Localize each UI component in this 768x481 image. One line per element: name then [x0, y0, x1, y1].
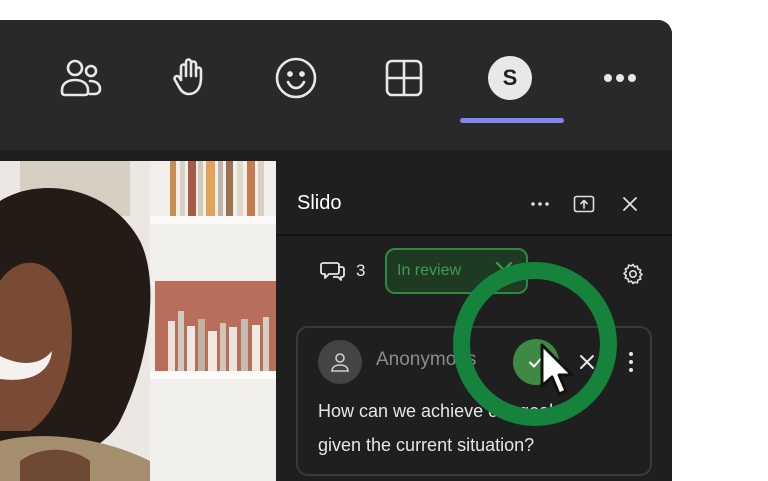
more-horizontal-icon	[604, 74, 636, 82]
slido-side-panel: Slido 3 In review Anonymous How can we a…	[276, 150, 672, 481]
share-to-stage-button[interactable]	[571, 191, 597, 217]
raise-hand-button[interactable]	[164, 52, 216, 104]
meeting-toolbar: S	[0, 20, 672, 150]
active-tab-indicator	[460, 118, 564, 123]
more-vertical-icon[interactable]	[623, 348, 639, 376]
question-text: How can we achieve our goals given the c…	[318, 401, 563, 455]
slido-app-button[interactable]: S	[484, 52, 536, 104]
panel-divider	[276, 234, 672, 236]
gear-icon[interactable]	[621, 262, 645, 286]
raise-hand-icon	[173, 58, 203, 96]
participant-video	[0, 161, 276, 481]
participant-video-image	[0, 161, 276, 481]
reject-button[interactable]	[574, 349, 600, 375]
close-icon	[623, 197, 637, 211]
panel-more-button[interactable]	[527, 191, 553, 217]
comments-count-label: 3	[356, 261, 366, 280]
approve-button[interactable]	[513, 339, 559, 385]
view-layout-button[interactable]	[378, 52, 430, 104]
check-icon	[529, 356, 543, 368]
panel-title: Slido	[297, 192, 342, 214]
slido-letter: S	[503, 65, 518, 90]
reactions-button[interactable]	[270, 52, 322, 104]
close-panel-button[interactable]	[617, 191, 643, 217]
user-icon	[331, 353, 349, 372]
comments-count[interactable]: 3	[320, 258, 365, 284]
question-author: Anonymous	[376, 349, 477, 370]
people-button[interactable]	[55, 52, 107, 104]
grid-icon	[385, 59, 423, 97]
teams-meeting-window: S Slido 3 In review Anonymous How can we…	[0, 20, 672, 481]
avatar	[318, 340, 362, 384]
slido-s-icon: S	[488, 56, 532, 100]
in-review-label: In review	[397, 262, 462, 279]
close-icon[interactable]	[492, 258, 516, 282]
more-horizontal-icon	[531, 202, 549, 206]
more-actions-button[interactable]	[594, 52, 646, 104]
comments-icon	[320, 262, 345, 281]
question-card: Anonymous How can we achieve our goals g…	[296, 326, 652, 476]
people-icon	[60, 59, 102, 97]
in-review-filter-chip[interactable]: In review	[385, 248, 528, 294]
share-screen-icon	[573, 195, 595, 213]
smile-icon	[275, 57, 317, 99]
